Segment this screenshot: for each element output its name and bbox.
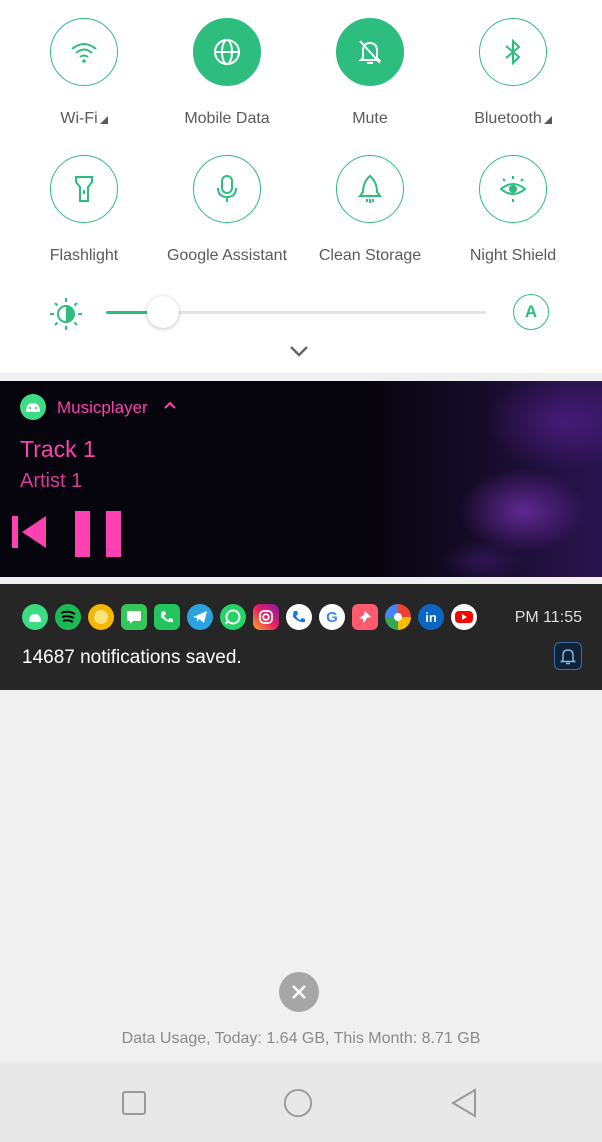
globe-icon (214, 39, 240, 65)
flashlight-tile-circle[interactable] (50, 155, 118, 223)
bluetooth-tile-circle[interactable] (479, 18, 547, 86)
bluetooth-icon (505, 38, 521, 66)
android-icon (22, 604, 48, 630)
phone-icon (154, 604, 180, 630)
sun-icon (88, 604, 114, 630)
night-shield-toggle[interactable]: Night Shield (443, 155, 583, 265)
clean-storage-tile-circle[interactable] (336, 155, 404, 223)
messages-icon (121, 604, 147, 630)
wifi-menu-indicator[interactable] (99, 116, 108, 124)
microphone-icon (217, 175, 237, 202)
circle-icon (283, 1088, 313, 1118)
artist-name: Artist 1 (20, 470, 83, 492)
data-usage-text: Data Usage, Today: 1.64 GB, This Month: … (121, 1030, 481, 1047)
photos-icon (385, 604, 411, 630)
track-title: Track 1 (20, 436, 96, 462)
mute-label: Mute (352, 110, 388, 127)
wifi-toggle[interactable]: Wi-Fi (14, 18, 154, 128)
mute-toggle[interactable]: Mute (300, 18, 440, 128)
clear-all-button[interactable] (279, 972, 319, 1012)
google-assistant-tile-circle[interactable] (193, 155, 261, 223)
back-triangle-icon (451, 1088, 476, 1118)
google-assistant-label: Google Assistant (166, 247, 288, 264)
square-icon (122, 1091, 146, 1115)
spotify-icon (55, 604, 81, 630)
mobile-data-toggle[interactable]: Mobile Data (157, 18, 297, 128)
notification-history-card[interactable]: G in PM 11:55 14687 notifications saved. (0, 584, 602, 690)
chevron-up-icon[interactable] (163, 400, 177, 410)
brightness-icon (50, 298, 82, 330)
previous-track-icon[interactable] (12, 511, 50, 551)
clean-storage-toggle[interactable]: Clean Storage (300, 155, 440, 265)
flashlight-icon (75, 176, 93, 202)
telegram-icon (187, 604, 213, 630)
pin-icon (352, 604, 378, 630)
linkedin-icon: in (418, 604, 444, 630)
chevron-down-icon[interactable] (288, 344, 310, 358)
navigation-bar (0, 1062, 602, 1142)
back-button[interactable] (449, 1088, 479, 1118)
flashlight-toggle[interactable]: Flashlight (14, 155, 154, 265)
home-button[interactable] (283, 1088, 313, 1118)
media-app-name: Musicplayer (57, 398, 148, 417)
bluetooth-label: Bluetooth (474, 110, 542, 127)
bluetooth-menu-indicator[interactable] (543, 116, 552, 124)
mobile-data-label: Mobile Data (184, 110, 270, 127)
wifi-icon (71, 43, 97, 63)
flashlight-label: Flashlight (49, 247, 119, 264)
instagram-icon (253, 604, 279, 630)
clean-storage-label: Clean Storage (318, 247, 422, 264)
bluetooth-toggle[interactable]: Bluetooth (443, 18, 583, 128)
wifi-label: Wi-Fi (60, 110, 98, 127)
bell-icon[interactable] (554, 642, 582, 670)
wifi-tile-circle[interactable] (50, 18, 118, 86)
notification-time: PM 11:55 (514, 609, 582, 626)
app-icon-strip: G in (22, 604, 477, 630)
night-shield-label: Night Shield (469, 247, 557, 264)
pause-icon[interactable] (75, 509, 123, 557)
auto-brightness-button[interactable]: A (513, 294, 549, 330)
media-notification[interactable]: Musicplayer Track 1 Artist 1 (0, 381, 602, 577)
bell-mute-icon (358, 40, 382, 64)
mobile-data-tile-circle[interactable] (193, 18, 261, 86)
close-icon (292, 985, 306, 999)
brightness-row: A (0, 292, 602, 332)
mute-tile-circle[interactable] (336, 18, 404, 86)
album-art (362, 381, 602, 577)
dialer-icon (286, 604, 312, 630)
google-icon: G (319, 604, 345, 630)
night-shield-tile-circle[interactable] (479, 155, 547, 223)
google-assistant-toggle[interactable]: Google Assistant (157, 155, 297, 265)
android-icon (20, 394, 46, 420)
eye-icon (499, 176, 527, 202)
youtube-icon (451, 604, 477, 630)
rocket-icon (358, 174, 382, 203)
brightness-slider-thumb[interactable] (147, 296, 179, 328)
quick-settings-panel: Wi-Fi Mobile Data Mute Bluetooth Flashli… (0, 0, 602, 373)
notification-message: 14687 notifications saved. (22, 647, 242, 668)
whatsapp-icon (220, 604, 246, 630)
recents-button[interactable] (119, 1088, 149, 1118)
